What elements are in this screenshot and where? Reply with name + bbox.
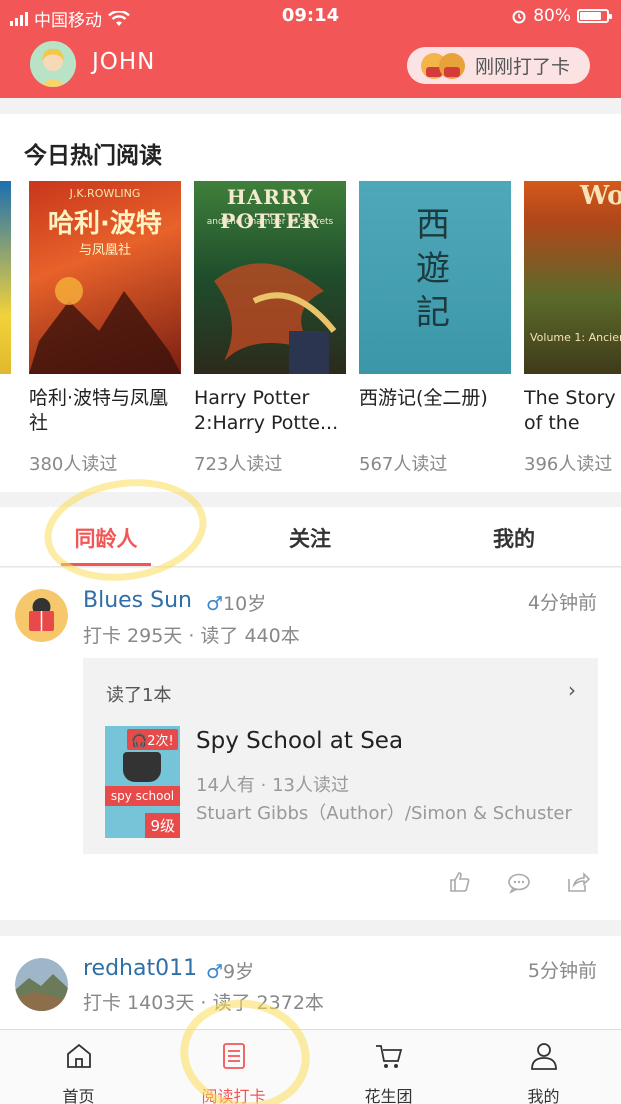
book-readers: 567人读过: [359, 454, 448, 475]
book-card[interactable]: World Volume 1: Ancient The Story of the…: [524, 181, 621, 476]
post-age: ♂10岁: [206, 589, 266, 616]
cover-subtitle: and the Chamber of Secrets: [206, 217, 334, 227]
checkin-avatars-icon: [421, 51, 469, 81]
post-avatar[interactable]: [15, 589, 68, 642]
like-icon[interactable]: [448, 870, 474, 896]
cover-author: J.K.ROWLING: [69, 187, 141, 200]
post-time: 5分钟前: [527, 960, 597, 982]
book-cover: 🎧2次! spy school 9级: [105, 726, 180, 838]
book-cover: 西遊記: [359, 181, 511, 374]
cover-title: World: [580, 181, 621, 211]
book-cover: [0, 181, 11, 374]
book-carousel[interactable]: J.K.ROWLING 哈利·波特 与凤凰社 哈利·波特与凤凰社 380人读过 …: [0, 181, 621, 481]
book-title: 哈利·波特与凤凰社: [29, 387, 169, 434]
cover-label: spy school: [105, 786, 180, 806]
book-readers: 396人读过: [524, 454, 613, 475]
book-stats: 14人有 · 13人读过: [196, 775, 349, 796]
cover-illustration: [29, 277, 181, 374]
post-username[interactable]: redhat011: [83, 956, 197, 981]
book-title: Spy School at Sea: [196, 728, 404, 754]
book-author: Stuart Gibbs（Author）/Simon & Schuster: [196, 803, 572, 824]
headphones-badge: 🎧2次!: [127, 729, 178, 750]
cover-subtitle: Volume 1: Ancient: [530, 331, 621, 344]
book-title: 西游记(全二册): [359, 387, 488, 409]
nav-label: 花生团: [364, 1087, 413, 1104]
comment-icon[interactable]: [507, 871, 533, 897]
post-stats: 打卡 295天 · 读了 440本: [83, 625, 300, 647]
nav-home[interactable]: 首页: [1, 1030, 156, 1104]
post-age: ♂9岁: [206, 957, 254, 984]
feed-post: Blues Sun ♂10岁 4分钟前 打卡 295天 · 读了 440本 读了…: [0, 568, 621, 920]
share-icon[interactable]: [566, 870, 592, 896]
app-screen: 中国移动 09:14 80% JOHN 刚刚打了卡 今日热门阅读 J.K.ROW…: [0, 0, 621, 1104]
book-cover: World Volume 1: Ancient: [524, 181, 621, 374]
book-card[interactable]: HARRY POTTER and the Chamber of Secrets …: [194, 181, 346, 476]
tab-mine[interactable]: 我的: [469, 523, 559, 553]
cover-title: 哈利·波特: [48, 209, 162, 239]
status-bar: 中国移动 09:14 80%: [0, 0, 621, 32]
book-cover: J.K.ROWLING 哈利·波特 与凤凰社: [29, 181, 181, 374]
nav-peanut-group[interactable]: 花生团: [311, 1030, 466, 1104]
nav-me[interactable]: 我的: [466, 1030, 621, 1104]
person-icon: [531, 1043, 557, 1070]
book-card[interactable]: 西遊記 西游记(全二册) 567人读过: [359, 181, 511, 476]
checkin-label: 刚刚打了卡: [475, 56, 571, 78]
user-avatar[interactable]: [30, 41, 76, 87]
badge-text: 2次!: [147, 734, 174, 749]
status-right: 80%: [511, 6, 612, 26]
nav-label: 首页: [62, 1087, 95, 1104]
read-count: 读了1本: [106, 685, 172, 706]
post-username[interactable]: Blues Sun: [83, 588, 192, 613]
username: JOHN: [92, 49, 156, 75]
cover-illustration: [214, 263, 337, 374]
book-card-partial[interactable]: [0, 181, 11, 374]
post-time: 4分钟前: [527, 592, 597, 614]
hot-reading-section: 今日热门阅读 J.K.ROWLING 哈利·波特 与凤凰社 哈利·波特与凤凰社 …: [0, 114, 621, 492]
chevron-right-icon[interactable]: ›: [568, 678, 576, 702]
tab-following[interactable]: 关注: [265, 523, 355, 553]
cover-illustration: [123, 752, 161, 782]
home-icon: [67, 1043, 91, 1068]
book-title: The Story of the World: [524, 387, 616, 434]
book-readers: 380人读过: [29, 454, 118, 475]
cart-icon: [376, 1045, 403, 1068]
battery-level: [580, 12, 601, 20]
top-header: 中国移动 09:14 80% JOHN 刚刚打了卡: [0, 0, 621, 98]
post-avatar[interactable]: [15, 958, 68, 1011]
battery-icon: [577, 9, 612, 23]
book-cover: HARRY POTTER and the Chamber of Secrets: [194, 181, 346, 374]
read-book-card[interactable]: 读了1本 › 🎧2次! spy school 9级 Spy School at …: [83, 658, 598, 854]
male-icon: ♂: [206, 961, 224, 983]
male-icon: ♂: [206, 593, 224, 615]
recent-checkin-button[interactable]: 刚刚打了卡: [407, 47, 590, 84]
nav-label: 我的: [527, 1087, 560, 1104]
level-badge: 9级: [145, 813, 180, 838]
battery-percent: 80%: [533, 6, 571, 26]
book-title: Harry Potter 2:Harry Potte...: [194, 387, 339, 434]
book-card[interactable]: J.K.ROWLING 哈利·波特 与凤凰社 哈利·波特与凤凰社 380人读过: [29, 181, 181, 476]
cover-subtitle: 与凤凰社: [78, 243, 131, 258]
bottom-navigation: 首页 阅读打卡 花生团 我的: [0, 1029, 621, 1104]
age-text: 9岁: [223, 961, 255, 983]
cover-title: 西遊記: [416, 205, 450, 333]
section-title: 今日热门阅读: [24, 143, 162, 169]
alarm-icon: [512, 10, 526, 24]
age-text: 10岁: [223, 593, 267, 615]
book-readers: 723人读过: [194, 454, 283, 475]
